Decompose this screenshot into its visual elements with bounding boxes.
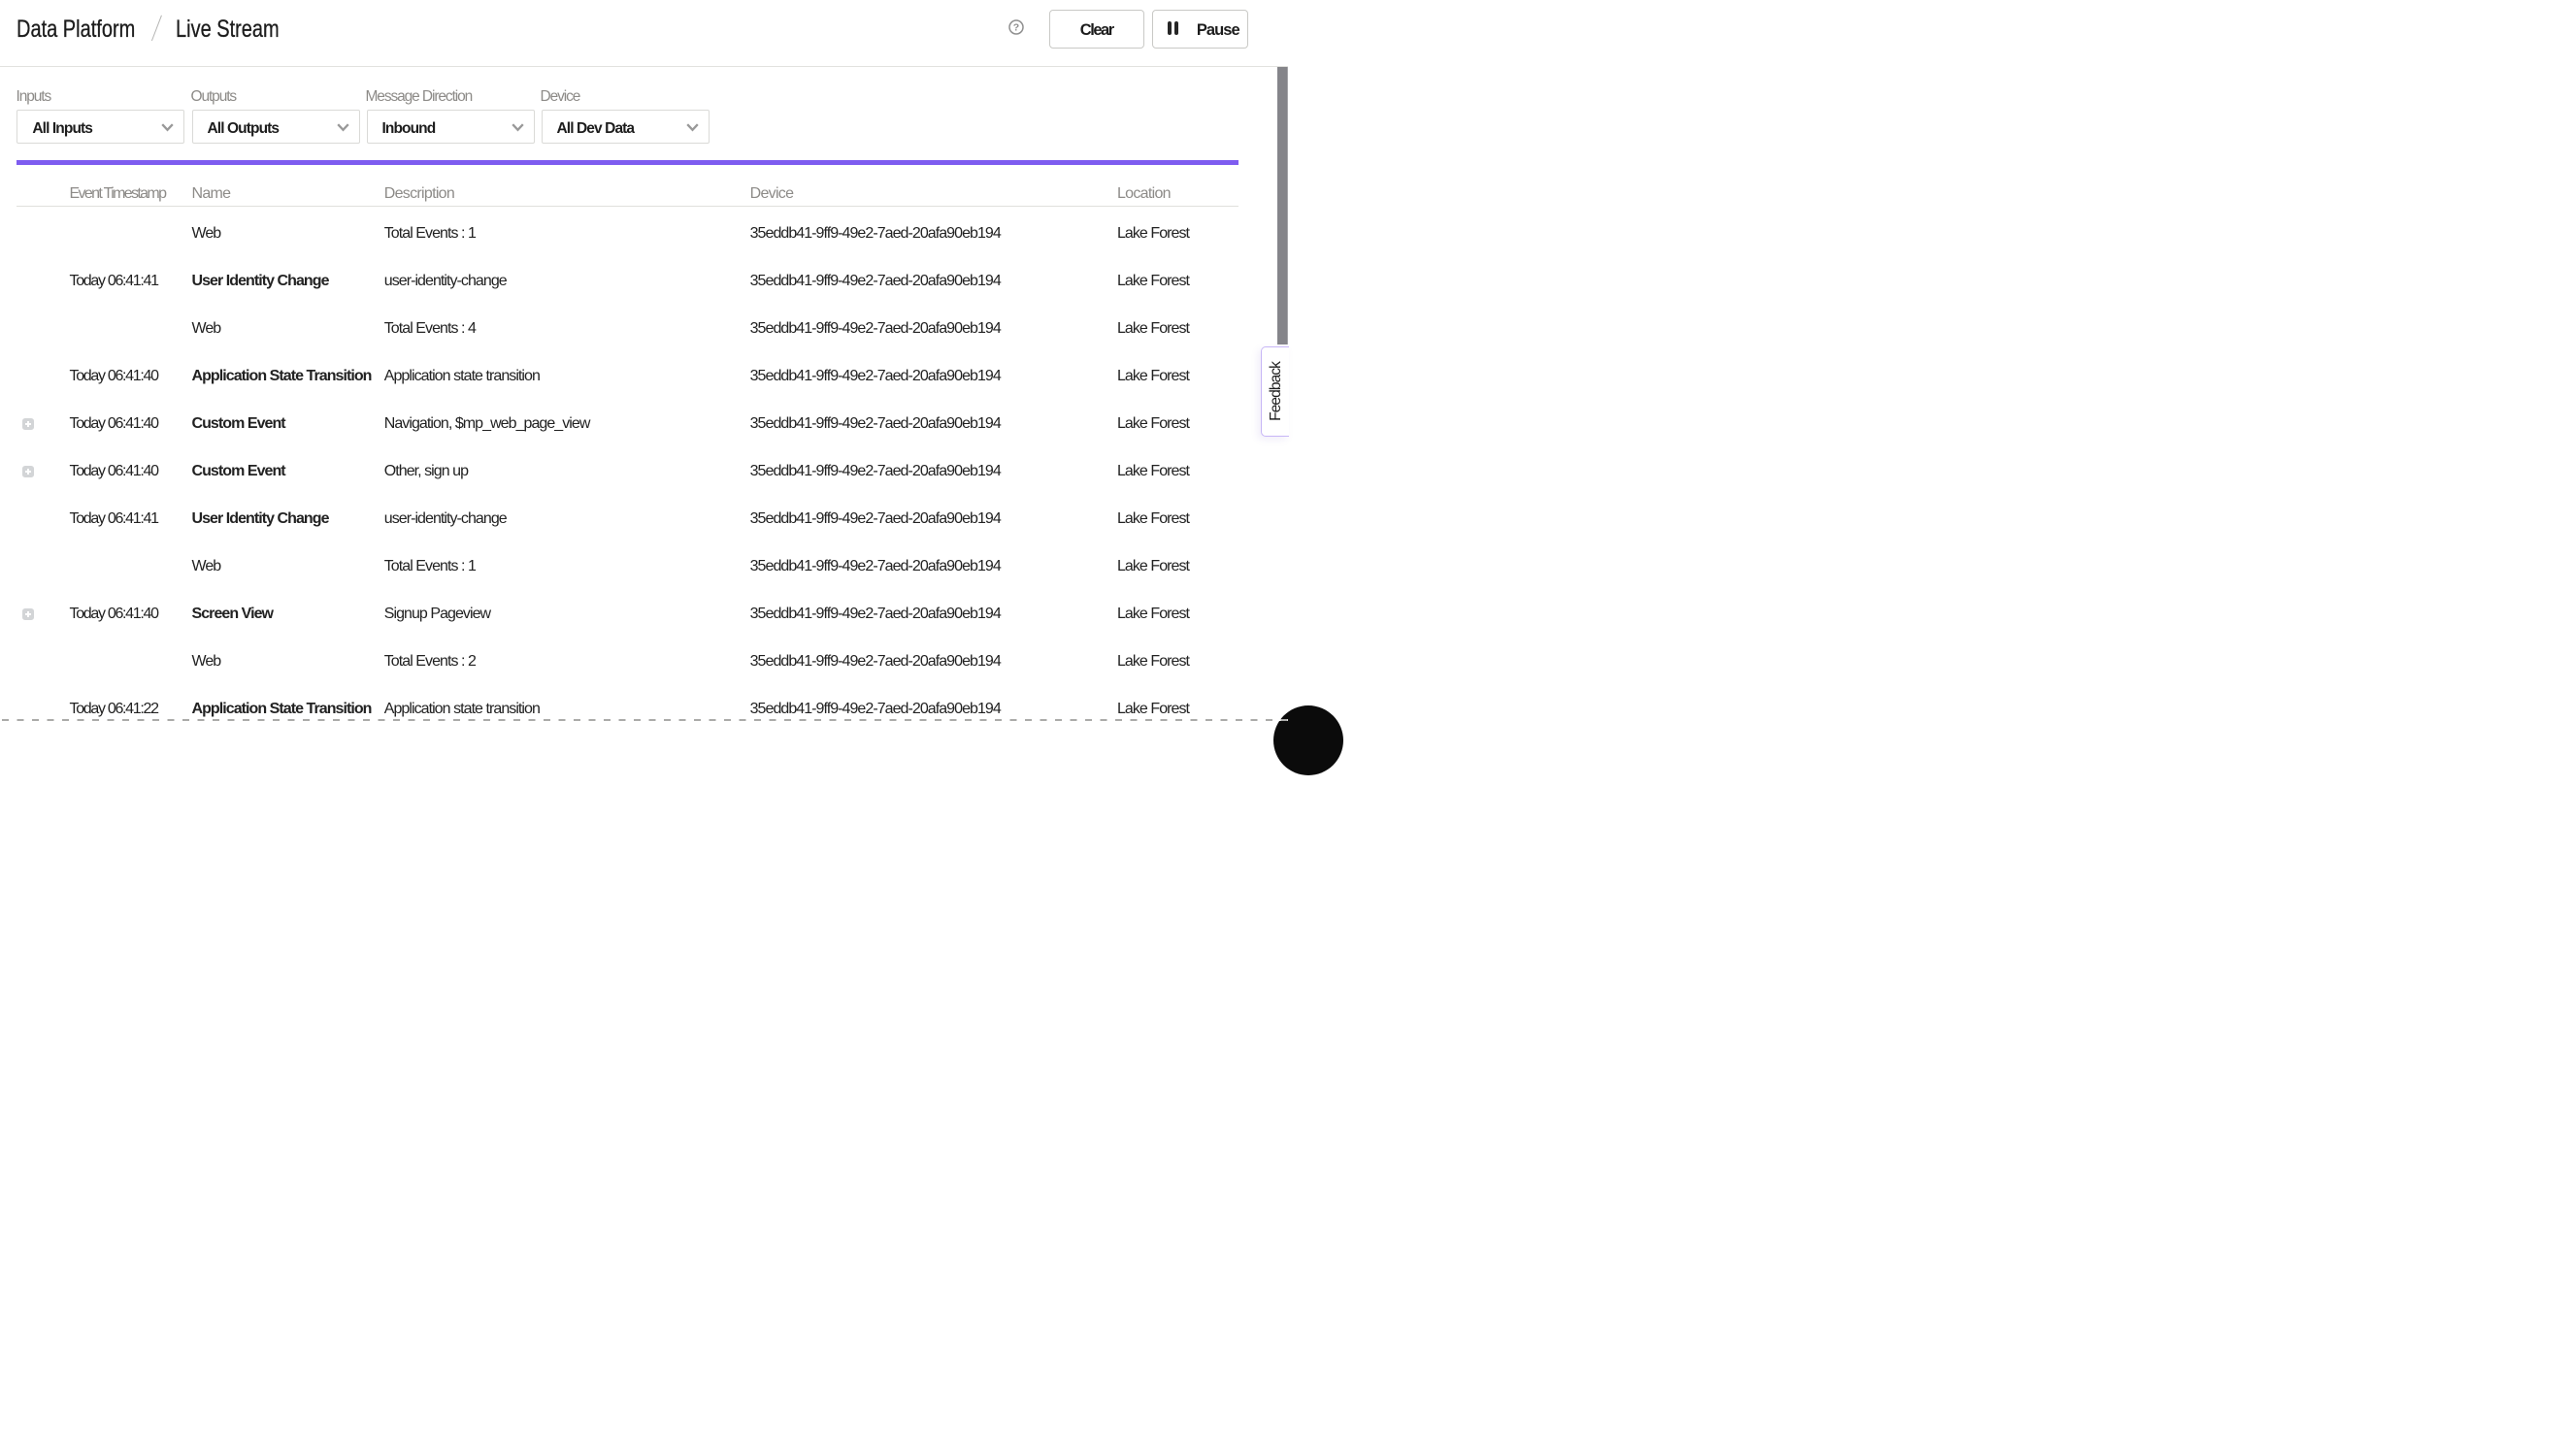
svg-text:?: ? (1012, 22, 1018, 34)
